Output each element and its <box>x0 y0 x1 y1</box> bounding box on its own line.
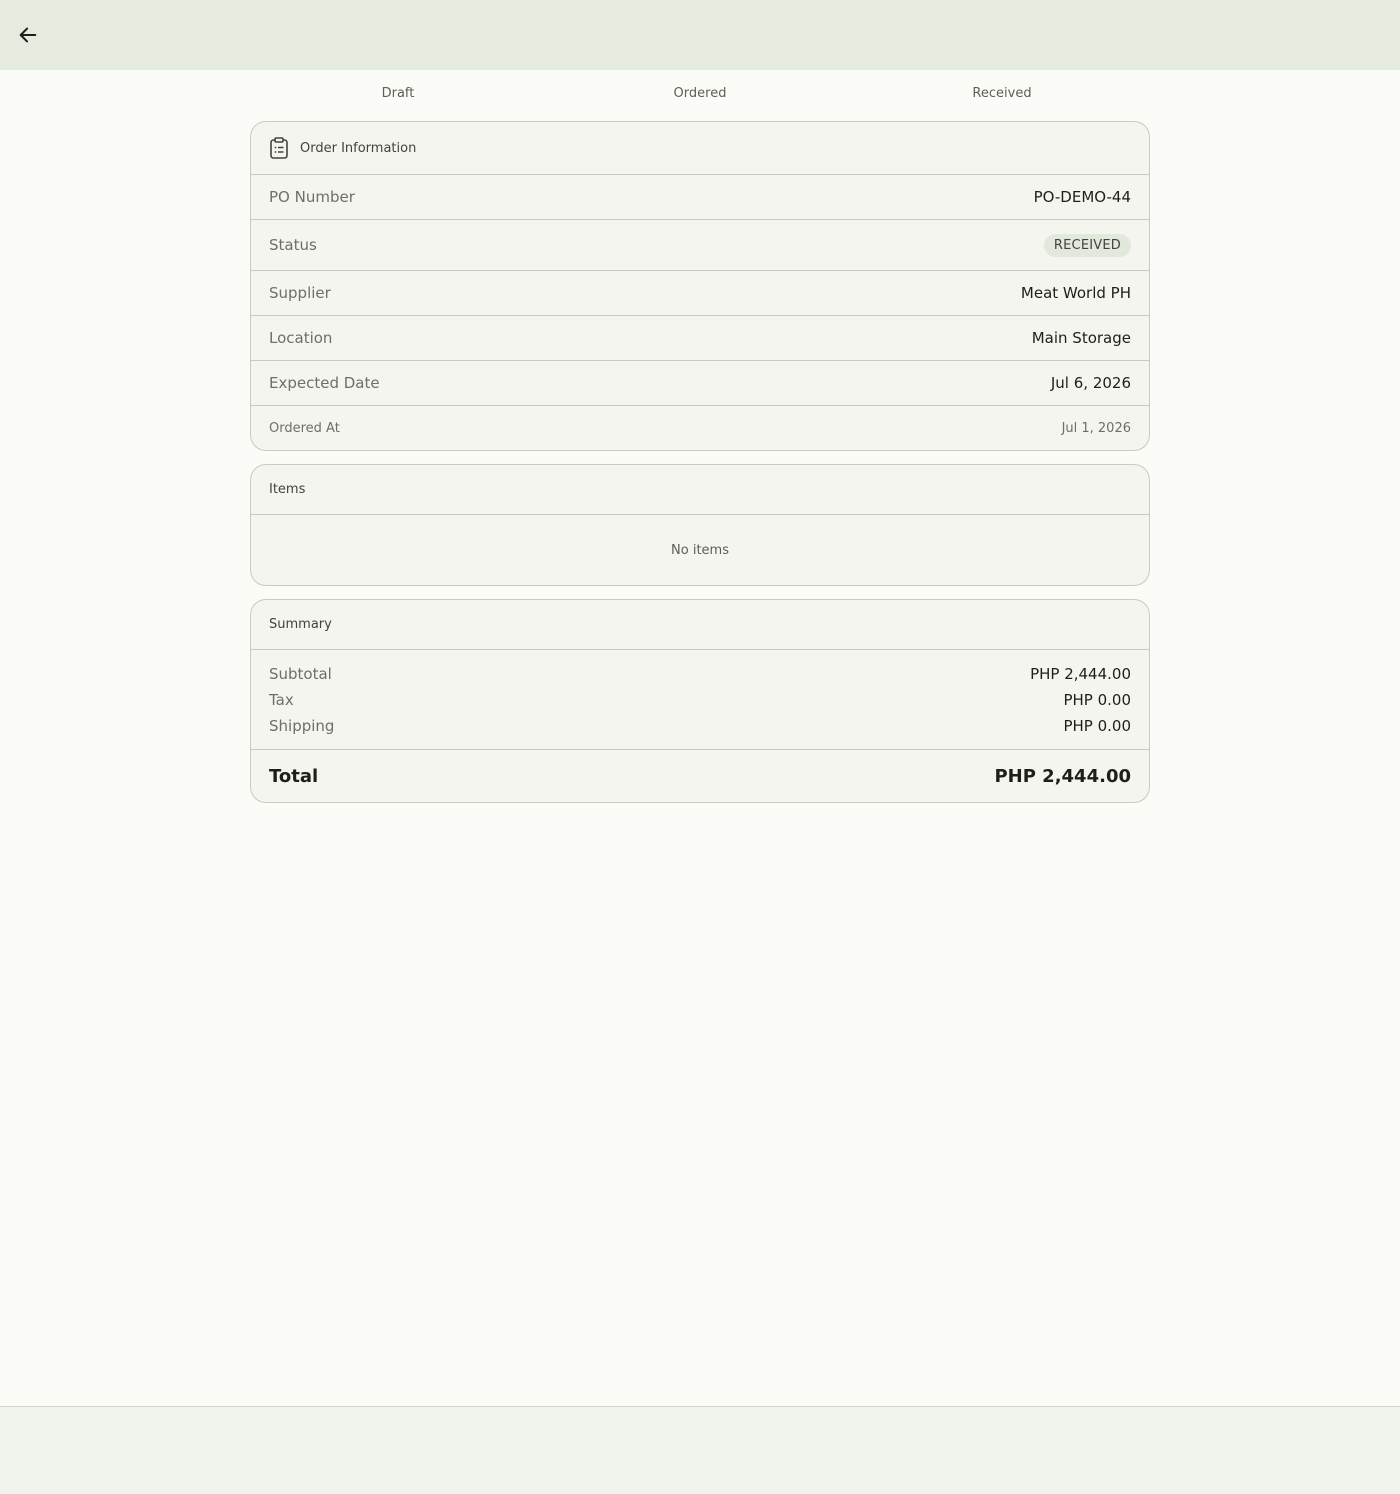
ordered-at-value: Jul 1, 2026 <box>1061 420 1131 436</box>
total-value: PHP 2,444.00 <box>994 765 1131 787</box>
top-app-bar <box>0 0 1400 70</box>
summary-title: Summary <box>269 617 332 632</box>
location-value: Main Storage <box>1031 329 1131 347</box>
order-information-title: Order Information <box>300 140 417 156</box>
clipboard-list-icon <box>269 137 291 159</box>
items-empty-state: No items <box>671 542 729 558</box>
status-label: Status <box>269 236 317 254</box>
tax-value: PHP 0.00 <box>1063 691 1131 709</box>
expected-date-label: Expected Date <box>269 374 380 392</box>
expected-date-value: Jul 6, 2026 <box>1050 374 1131 392</box>
items-card: Items No items <box>250 464 1150 586</box>
po-number-label: PO Number <box>269 188 355 206</box>
order-information-card: Order Information PO Number PO-DEMO-44 S… <box>250 121 1150 451</box>
items-header: Items <box>251 465 1149 515</box>
supplier-label: Supplier <box>269 284 331 302</box>
expected-date-row: Expected Date Jul 6, 2026 <box>251 361 1149 406</box>
summary-header: Summary <box>251 600 1149 650</box>
subtotal-value: PHP 2,444.00 <box>1030 665 1131 683</box>
step-ordered: Ordered <box>673 86 727 101</box>
tax-line: Tax PHP 0.00 <box>269 687 1131 713</box>
location-row: Location Main Storage <box>251 316 1149 361</box>
shipping-label: Shipping <box>269 717 335 735</box>
arrow-left-icon <box>19 27 37 43</box>
ordered-at-row: Ordered At Jul 1, 2026 <box>251 406 1149 450</box>
status-badge: RECEIVED <box>1043 233 1131 257</box>
order-information-header: Order Information <box>251 122 1149 175</box>
subtotal-label: Subtotal <box>269 665 332 683</box>
total-row: Total PHP 2,444.00 <box>251 750 1149 802</box>
summary-lines: Subtotal PHP 2,444.00 Tax PHP 0.00 Shipp… <box>251 650 1149 750</box>
status-stepper: Draft Ordered Received <box>250 86 1150 112</box>
supplier-value: Meat World PH <box>1020 284 1131 302</box>
po-number-row: PO Number PO-DEMO-44 <box>251 175 1149 220</box>
bottom-bar <box>0 1406 1400 1494</box>
location-label: Location <box>269 329 333 347</box>
back-button[interactable] <box>14 21 42 49</box>
tax-label: Tax <box>269 691 294 709</box>
step-draft: Draft <box>381 86 415 101</box>
subtotal-line: Subtotal PHP 2,444.00 <box>269 661 1131 687</box>
total-label: Total <box>269 765 319 787</box>
shipping-value: PHP 0.00 <box>1063 717 1131 735</box>
items-title: Items <box>269 482 306 497</box>
status-row: Status RECEIVED <box>251 220 1149 271</box>
summary-card: Summary Subtotal PHP 2,444.00 Tax PHP 0.… <box>250 599 1150 803</box>
step-received: Received <box>972 86 1032 101</box>
po-number-value: PO-DEMO-44 <box>1033 188 1131 206</box>
supplier-row: Supplier Meat World PH <box>251 271 1149 316</box>
ordered-at-label: Ordered At <box>269 420 340 436</box>
shipping-line: Shipping PHP 0.00 <box>269 713 1131 739</box>
